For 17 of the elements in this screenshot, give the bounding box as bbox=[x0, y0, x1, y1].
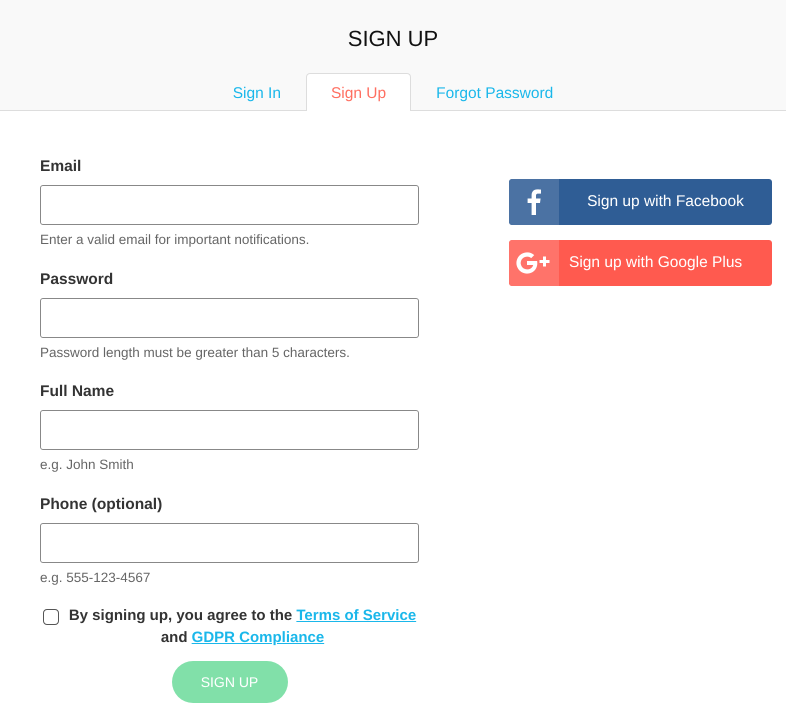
tab[interactable]: Forgot Password bbox=[411, 73, 578, 111]
social-sign-up-button[interactable]: Sign up with Facebook bbox=[509, 179, 772, 225]
tab[interactable]: Sign In bbox=[208, 73, 306, 111]
help-text: Password length must be greater than 5 characters. bbox=[40, 344, 350, 362]
social-sign-up-button[interactable]: Sign up with Google Plus bbox=[509, 240, 772, 286]
agreement-text: By signing up, you agree to the Terms of Service and GDPR Compliance bbox=[68, 606, 416, 648]
page-title: SIGN UP bbox=[346, 25, 440, 53]
help-text: e.g. 555-123-4567 bbox=[40, 568, 150, 587]
terms-link[interactable]: Terms of Service bbox=[296, 607, 416, 624]
gdpr-link[interactable]: GDPR Compliance bbox=[192, 629, 324, 646]
field-label: Password bbox=[40, 270, 114, 290]
tab[interactable]: Sign Up bbox=[306, 73, 412, 111]
help-text: e.g. John Smith bbox=[40, 456, 134, 474]
help-text: Enter a valid email for important notifications. bbox=[40, 231, 310, 250]
field-label: Phone (optional) bbox=[40, 494, 162, 514]
field-label: Email bbox=[40, 157, 82, 177]
field-label: Full Name bbox=[40, 382, 114, 402]
